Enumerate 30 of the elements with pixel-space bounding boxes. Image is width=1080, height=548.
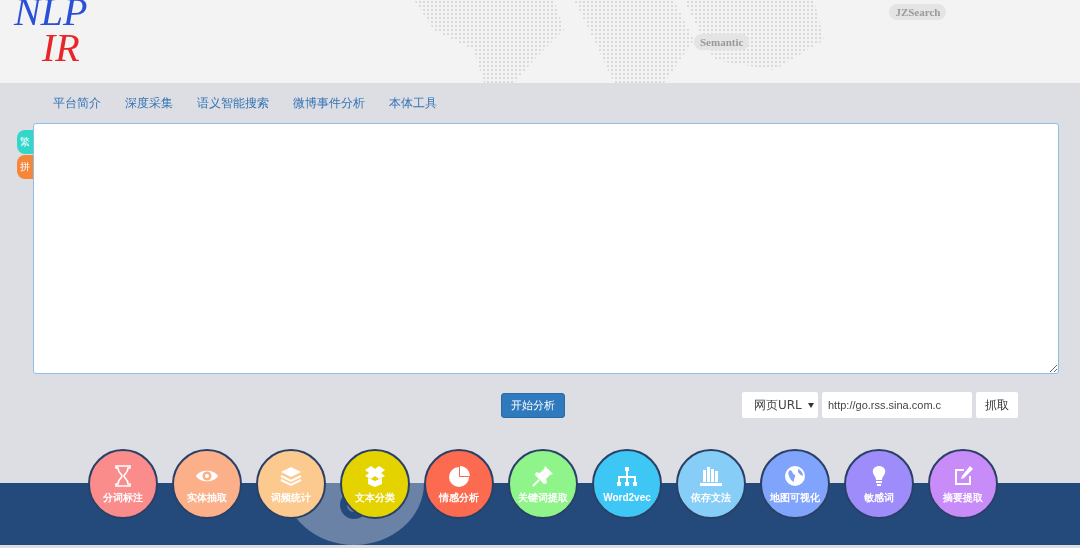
cloud-tag: JZSearch: [889, 4, 947, 20]
tool-icon: [447, 463, 471, 488]
tool-button[interactable]: 文本分类: [340, 449, 410, 519]
side-tab[interactable]: 繁: [17, 130, 33, 154]
nav-link[interactable]: 微博事件分析: [293, 94, 365, 112]
tool-button[interactable]: 依存文法: [676, 449, 746, 519]
tool-button[interactable]: 摘要提取: [928, 449, 998, 519]
fetch-button[interactable]: 抓取: [976, 392, 1018, 418]
tool-button[interactable]: 敏感词: [844, 449, 914, 519]
analyze-button[interactable]: 开始分析: [501, 392, 565, 418]
tool-icon: [783, 463, 807, 488]
nav-link[interactable]: 深度采集: [125, 94, 173, 112]
source-select[interactable]: 网页URL: [742, 392, 818, 418]
url-field[interactable]: http://go.rss.sina.com.c: [822, 392, 972, 418]
tool-icon: [615, 465, 639, 489]
tool-icon: [531, 463, 555, 488]
nav-link[interactable]: 平台简介: [53, 94, 101, 112]
caret-icon: [808, 402, 814, 408]
nav-link[interactable]: 语义智能搜索: [197, 94, 269, 112]
tool-button[interactable]: Word2vec: [592, 449, 662, 519]
cloud-tag: Semantic: [694, 34, 750, 50]
tool-button[interactable]: 情感分析: [424, 449, 494, 519]
tool-button[interactable]: 分词标注: [88, 449, 158, 519]
text-input-area[interactable]: [33, 123, 1059, 374]
side-tab[interactable]: 拼: [17, 155, 33, 179]
tool-button[interactable]: 实体抽取: [172, 449, 242, 519]
tool-icon: [363, 463, 387, 488]
tool-button[interactable]: 地图可视化: [760, 449, 830, 519]
tool-button[interactable]: 词频统计: [256, 449, 326, 519]
nav-link[interactable]: 本体工具: [389, 94, 437, 112]
